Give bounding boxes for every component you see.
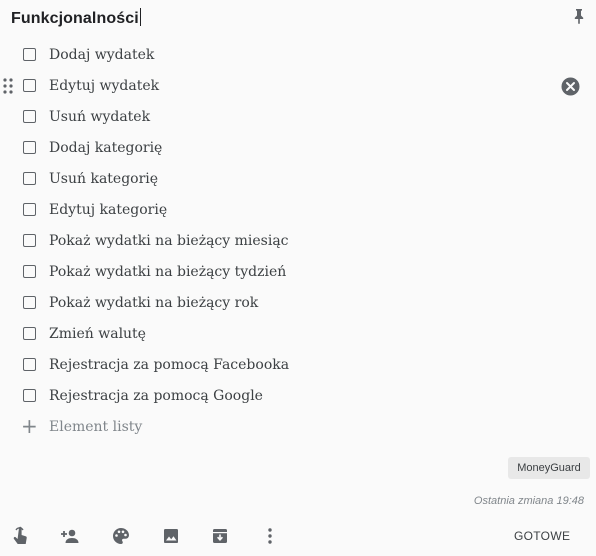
checkbox[interactable]	[23, 79, 36, 92]
checkbox[interactable]	[23, 172, 36, 185]
checkbox[interactable]	[23, 327, 36, 340]
list-item[interactable]: Zmień walutę	[0, 319, 596, 350]
list-item[interactable]: Edytuj kategorię	[0, 195, 596, 226]
checkbox[interactable]	[23, 296, 36, 309]
checklist: Dodaj wydatek Edytuj wydatek Usuń wydate…	[0, 40, 596, 443]
checkbox[interactable]	[23, 265, 36, 278]
note-title-text: Funkcjonalności	[11, 10, 139, 27]
list-item-label[interactable]: Pokaż wydatki na bieżący tydzień	[49, 264, 286, 280]
note-title[interactable]: Funkcjonalności	[11, 8, 141, 28]
list-item[interactable]: Pokaż wydatki na bieżący miesiąc	[0, 226, 596, 257]
remove-item-icon[interactable]	[561, 77, 580, 96]
label-chip[interactable]: MoneyGuard	[508, 457, 590, 479]
list-item[interactable]: Usuń kategorię	[0, 164, 596, 195]
list-item[interactable]: Pokaż wydatki na bieżący tydzień	[0, 257, 596, 288]
list-item[interactable]: Rejestracja za pomocą Facebooka	[0, 350, 596, 381]
list-item[interactable]: Usuń wydatek	[0, 102, 596, 133]
image-icon[interactable]	[161, 526, 181, 546]
list-item-label[interactable]: Usuń kategorię	[49, 171, 158, 187]
list-item[interactable]: Rejestracja za pomocą Google	[0, 381, 596, 412]
note-toolbar: GOTOWE	[0, 523, 596, 553]
list-item-label[interactable]: Zmień walutę	[49, 326, 146, 342]
collaborator-icon[interactable]	[60, 526, 80, 546]
remind-me-icon[interactable]	[11, 526, 31, 546]
checkbox[interactable]	[23, 203, 36, 216]
done-button[interactable]: GOTOWE	[514, 529, 570, 543]
list-item-label[interactable]: Edytuj kategorię	[49, 202, 167, 218]
archive-icon[interactable]	[210, 526, 230, 546]
drag-handle-icon[interactable]	[3, 78, 13, 94]
list-item-label[interactable]: Pokaż wydatki na bieżący miesiąc	[49, 233, 289, 249]
more-icon[interactable]	[260, 526, 280, 546]
checkbox[interactable]	[23, 141, 36, 154]
list-item-label[interactable]: Edytuj wydatek	[49, 78, 159, 94]
list-item-label[interactable]: Pokaż wydatki na bieżący rok	[49, 295, 258, 311]
list-item-label[interactable]: Usuń wydatek	[49, 109, 150, 125]
checkbox[interactable]	[23, 48, 36, 61]
last-edited-text: Ostatnia zmiana 19:48	[473, 495, 584, 507]
checkbox[interactable]	[23, 389, 36, 402]
palette-icon[interactable]	[111, 526, 131, 546]
list-item-label[interactable]: Dodaj kategorię	[49, 140, 162, 156]
checkbox[interactable]	[23, 358, 36, 371]
list-item-label[interactable]: Dodaj wydatek	[49, 47, 154, 63]
plus-icon: +	[21, 414, 38, 438]
checkbox[interactable]	[23, 234, 36, 247]
list-item[interactable]: Pokaż wydatki na bieżący rok	[0, 288, 596, 319]
add-list-item-placeholder[interactable]: Element listy	[49, 419, 142, 435]
list-item[interactable]: Edytuj wydatek	[0, 71, 596, 102]
list-item[interactable]: Dodaj kategorię	[0, 133, 596, 164]
pin-icon[interactable]	[572, 8, 586, 24]
list-item-label[interactable]: Rejestracja za pomocą Google	[49, 388, 263, 404]
checkbox[interactable]	[23, 110, 36, 123]
add-list-item[interactable]: + Element listy	[0, 412, 596, 443]
list-item[interactable]: Dodaj wydatek	[0, 40, 596, 71]
text-cursor	[139, 8, 141, 26]
list-item-label[interactable]: Rejestracja za pomocą Facebooka	[49, 357, 289, 373]
